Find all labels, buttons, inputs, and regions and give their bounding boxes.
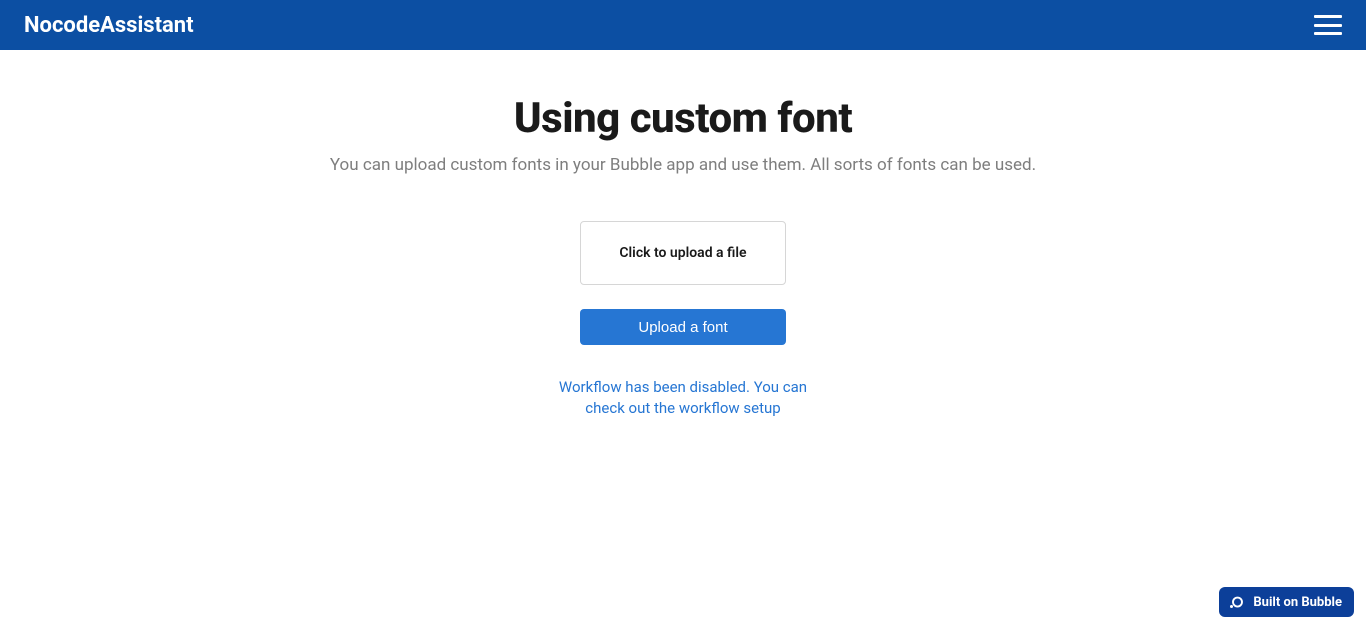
upload-box-label: Click to upload a file <box>619 245 746 261</box>
bubble-badge-label: Built on Bubble <box>1253 595 1342 610</box>
header-bar: NocodeAssistant <box>0 0 1366 50</box>
main-content: Using custom font You can upload custom … <box>0 50 1366 419</box>
built-on-bubble-badge[interactable]: Built on Bubble <box>1219 587 1354 617</box>
brand-logo[interactable]: NocodeAssistant <box>24 13 194 38</box>
upload-font-button[interactable]: Upload a font <box>580 309 786 345</box>
workflow-notice-link[interactable]: Workflow has been disabled. You can chec… <box>543 377 823 419</box>
page-subtitle: You can upload custom fonts in your Bubb… <box>330 155 1036 175</box>
page-title: Using custom font <box>514 94 852 143</box>
hamburger-menu-icon[interactable] <box>1314 15 1342 35</box>
file-upload-dropzone[interactable]: Click to upload a file <box>580 221 786 285</box>
bubble-logo-icon <box>1227 593 1245 611</box>
